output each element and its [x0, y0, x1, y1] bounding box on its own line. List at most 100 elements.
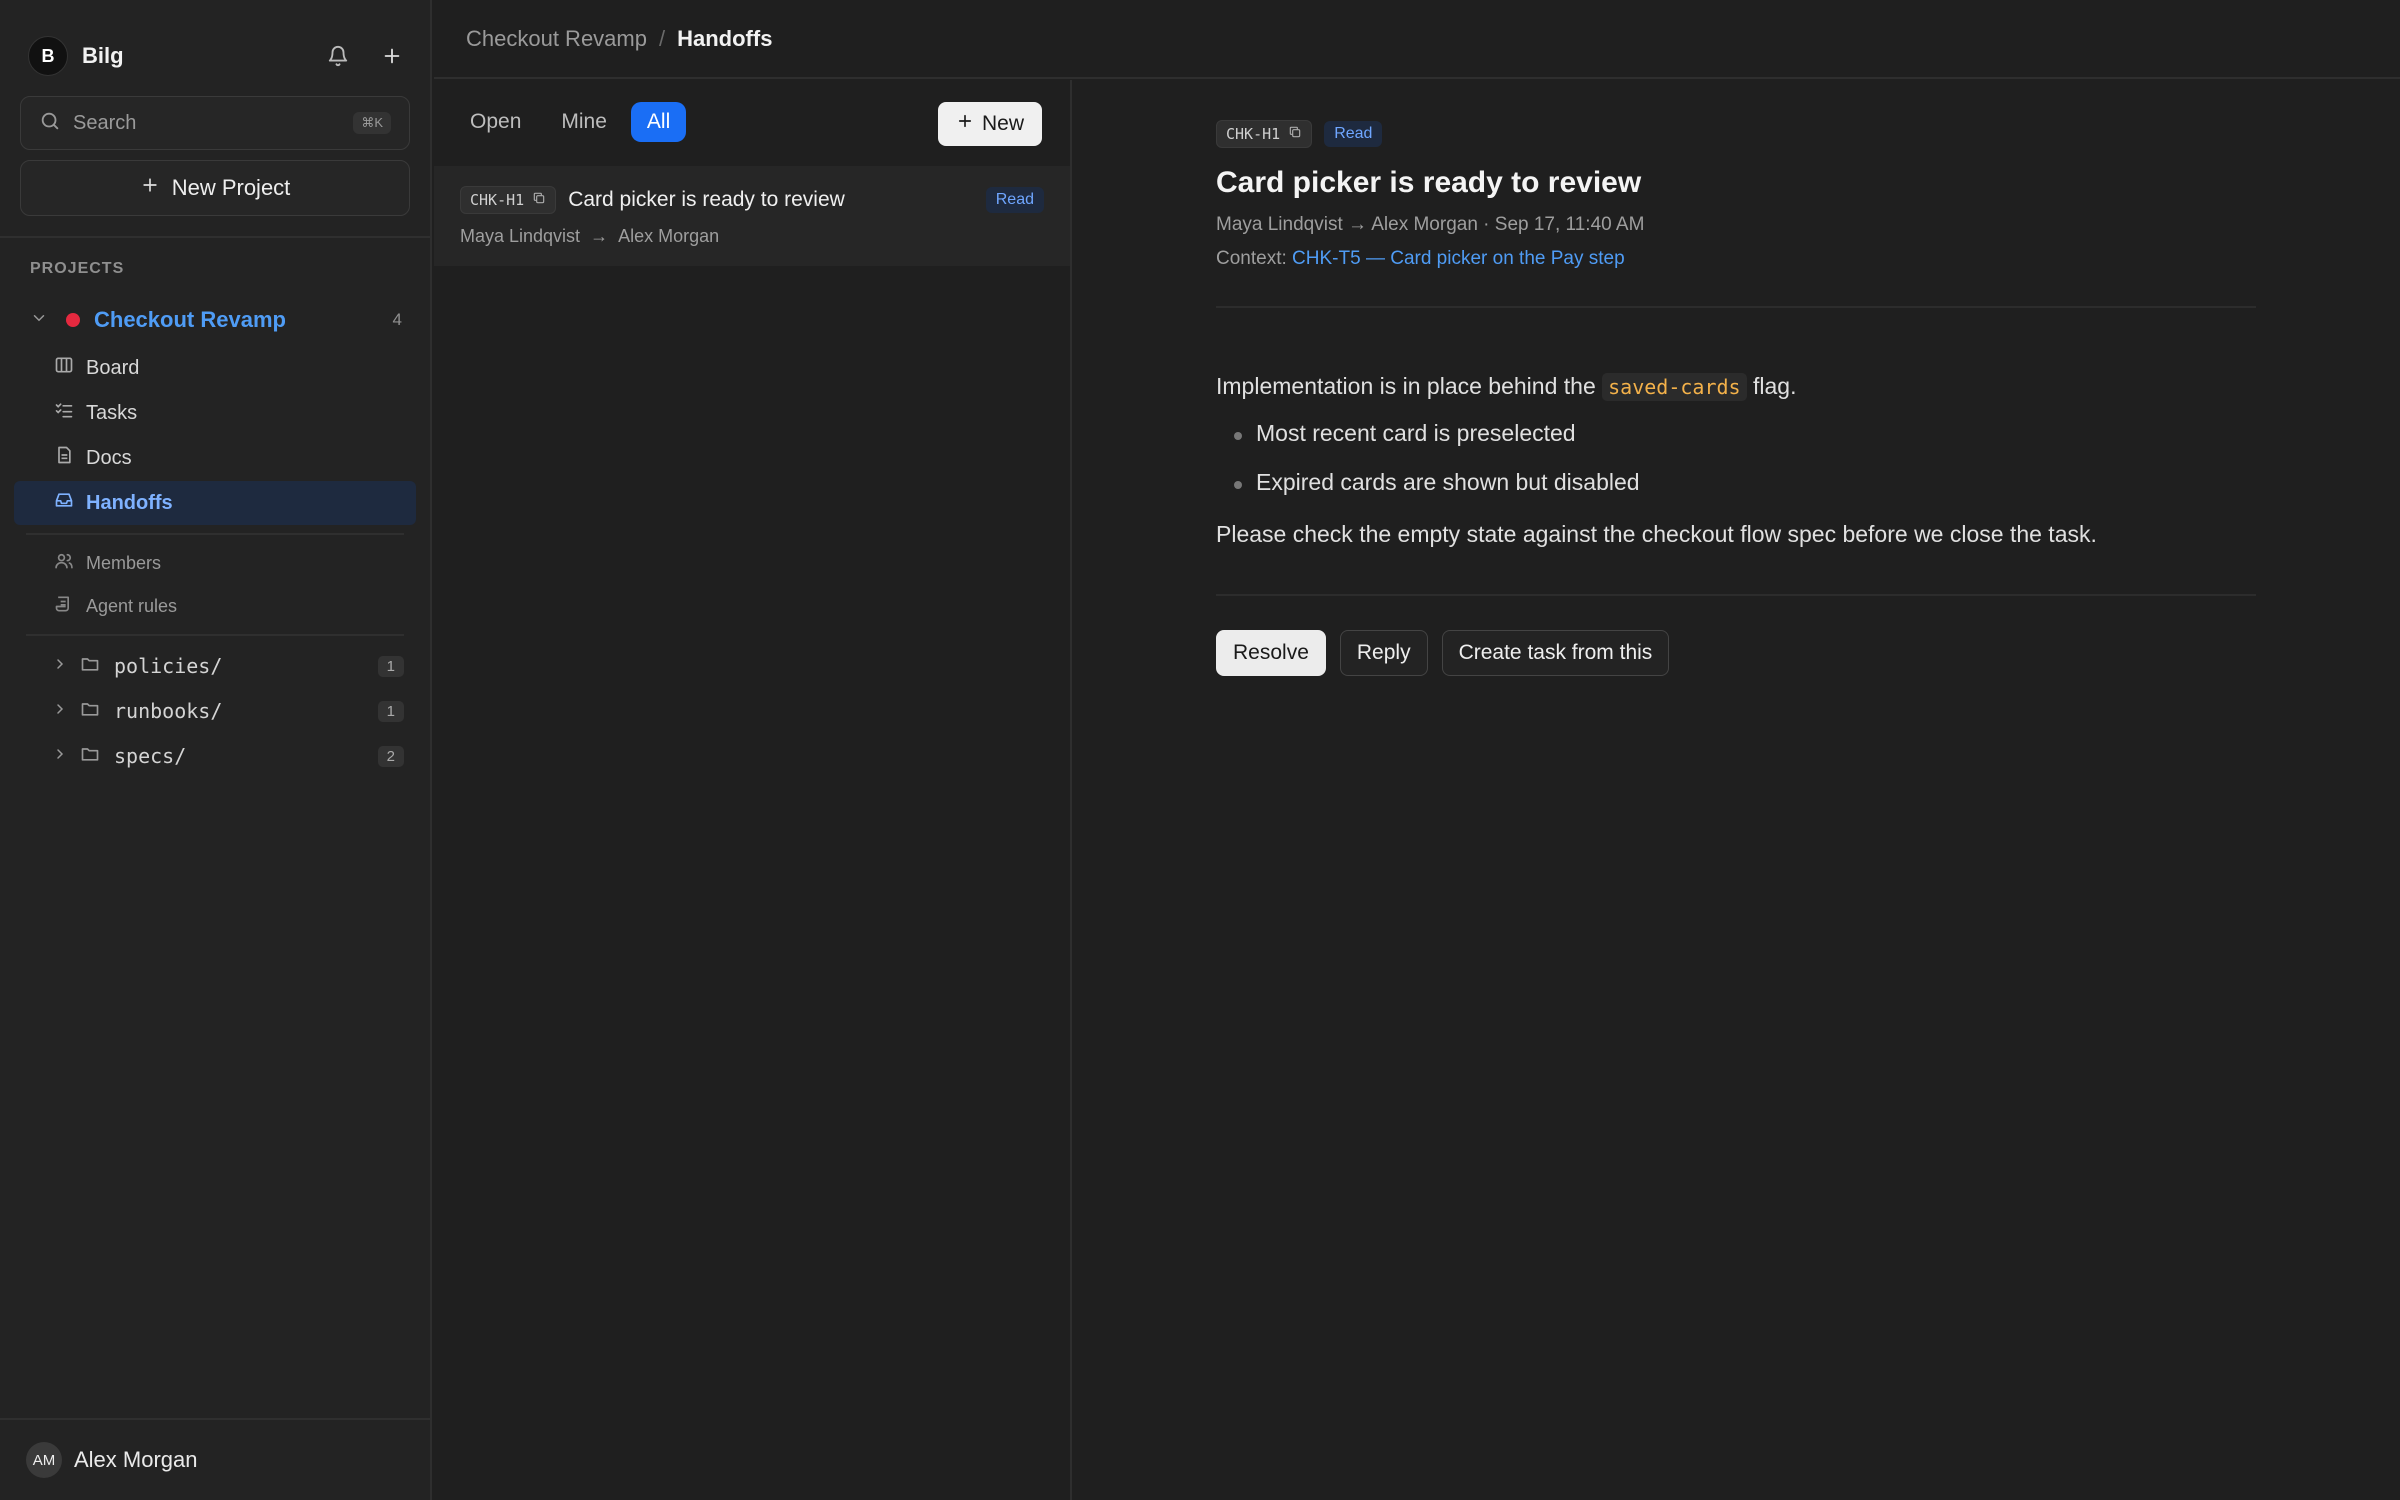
handoff-title: Card picker is ready to review [568, 188, 845, 211]
closing-paragraph: Please check the empty state against the… [1216, 521, 2097, 548]
status-badge: Read [985, 187, 1044, 213]
create-task-button[interactable]: Create task from this [1441, 630, 1670, 677]
folder-specs[interactable]: specs/ 2 [52, 736, 404, 776]
action-bar: Resolve Reply Create task from this [1216, 630, 2256, 677]
detail-title: Card picker is ready to review [1216, 166, 1642, 199]
arrow-right-icon: → [590, 226, 609, 246]
divider [1216, 306, 2256, 308]
handoff-list-panel: Open Mine All New CHK-H1 Card picker is … [434, 80, 1072, 1500]
copy-icon[interactable] [1288, 125, 1302, 143]
divider [26, 634, 404, 636]
handoff-id: CHK-H1 [470, 191, 525, 209]
plus-icon[interactable] [380, 44, 404, 68]
plus-icon [956, 112, 974, 136]
folder-icon [80, 699, 100, 724]
folder-runbooks[interactable]: runbooks/ 1 [52, 691, 404, 731]
bell-icon[interactable] [326, 44, 350, 68]
folder-policies[interactable]: policies/ 1 [52, 646, 404, 686]
tasks-icon [54, 400, 74, 426]
list-item: Most recent card is preselected [1216, 420, 2256, 447]
context-label: Context: [1216, 248, 1287, 269]
resolve-button[interactable]: Resolve [1216, 630, 1326, 677]
inbox-icon [54, 490, 74, 516]
nav-item-docs[interactable]: Docs [14, 436, 416, 480]
handoff-detail: CHK-H1 Read Card picker is ready to revi… [1216, 120, 2256, 677]
nav-item-handoffs[interactable]: Handoffs [14, 481, 416, 525]
search-input[interactable] [73, 111, 354, 135]
folder-name: specs/ [114, 744, 187, 768]
handoff-id: CHK-H1 [1226, 125, 1281, 143]
chevron-down-icon[interactable] [30, 309, 48, 332]
filter-tabs: Open Mine All [454, 102, 687, 142]
divider [0, 236, 430, 238]
project-color-dot [66, 313, 80, 327]
chevron-right-icon[interactable] [52, 746, 68, 767]
project-count: 4 [392, 310, 402, 329]
search-icon [39, 110, 61, 137]
bullet-list: Most recent card is preselected Expired … [1216, 420, 2256, 496]
breadcrumb-current: Handoffs [677, 25, 773, 51]
body-text: flag. [1752, 373, 1797, 399]
handoff-from: Maya Lindqvist [460, 226, 581, 246]
body-paragraph: Implementation is in place behind the sa… [1216, 370, 2256, 402]
nav-item-agent-rules[interactable]: Agent rules [14, 584, 416, 628]
new-handoff-button[interactable]: New [937, 102, 1042, 146]
code-flag: saved-cards [1602, 373, 1747, 401]
handoff-id-chip[interactable]: CHK-H1 [460, 186, 557, 214]
nav-item-board[interactable]: Board [14, 346, 416, 390]
folder-name: runbooks/ [114, 699, 223, 723]
user-row[interactable]: AM Alex Morgan [26, 1440, 198, 1480]
detail-meta: Maya Lindqvist → Alex Morgan · Sep 17, 1… [1216, 214, 1645, 235]
new-label: New [981, 112, 1024, 135]
new-project-button[interactable]: New Project [20, 160, 410, 216]
handoff-id-chip[interactable]: CHK-H1 [1216, 120, 1313, 148]
search-box[interactable]: ⌘K [20, 96, 410, 150]
chevron-right-icon[interactable] [52, 701, 68, 722]
projects-section-label: PROJECTS [30, 260, 125, 277]
breadcrumb: Checkout Revamp / Handoffs [434, 0, 2400, 79]
filter-open[interactable]: Open [454, 102, 537, 142]
user-name: Alex Morgan [74, 1447, 198, 1472]
divider [26, 533, 404, 535]
divider [0, 1418, 430, 1420]
breadcrumb-parent[interactable]: Checkout Revamp [466, 26, 647, 52]
chevron-right-icon[interactable] [52, 656, 68, 677]
filter-mine[interactable]: Mine [545, 102, 623, 142]
divider [1216, 594, 2256, 597]
nav-label: Tasks [86, 401, 138, 424]
search-shortcut: ⌘K [353, 112, 391, 134]
list-item: Expired cards are shown but disabled [1216, 469, 2256, 496]
copy-icon[interactable] [532, 191, 546, 209]
folder-count: 1 [377, 700, 404, 722]
nav-item-members[interactable]: Members [14, 541, 416, 585]
list-item[interactable]: CHK-H1 Card picker is ready to review Re… [434, 166, 1070, 266]
breadcrumb-separator: / [658, 25, 666, 51]
users-icon [54, 551, 74, 576]
scroll-icon [54, 594, 74, 619]
sidebar: B Bilg ⌘K New Project PROJECTS Checkout [0, 0, 432, 1500]
plus-icon [140, 175, 160, 201]
nav-label: Board [86, 356, 140, 379]
nav-item-tasks[interactable]: Tasks [14, 391, 416, 435]
body-text: Implementation is in place behind the [1216, 373, 1596, 399]
nav-label: Agent rules [86, 595, 178, 616]
board-icon [54, 355, 74, 381]
context-link[interactable]: CHK-T5 — Card picker on the Pay step [1292, 248, 1625, 269]
reply-button[interactable]: Reply [1339, 630, 1428, 677]
folder-count: 2 [377, 745, 404, 767]
workspace-logo[interactable]: B [28, 36, 68, 76]
folder-icon [80, 744, 100, 769]
nav-label: Handoffs [86, 491, 173, 514]
folder-icon [80, 654, 100, 679]
workspace-name[interactable]: Bilg [82, 43, 124, 69]
detail-context: Context: CHK-T5 — Card picker on the Pay… [1216, 248, 2256, 270]
workspace-row: B Bilg [28, 36, 404, 76]
handoff-to: Alex Morgan [618, 226, 720, 246]
doc-icon [54, 445, 74, 471]
folder-count: 1 [377, 655, 404, 677]
project-checkout-revamp[interactable]: Checkout Revamp 4 [30, 300, 402, 340]
nav-label: Docs [86, 446, 132, 469]
filter-all[interactable]: All [630, 102, 687, 142]
avatar: AM [26, 1442, 62, 1478]
nav-label: Members [86, 552, 162, 573]
